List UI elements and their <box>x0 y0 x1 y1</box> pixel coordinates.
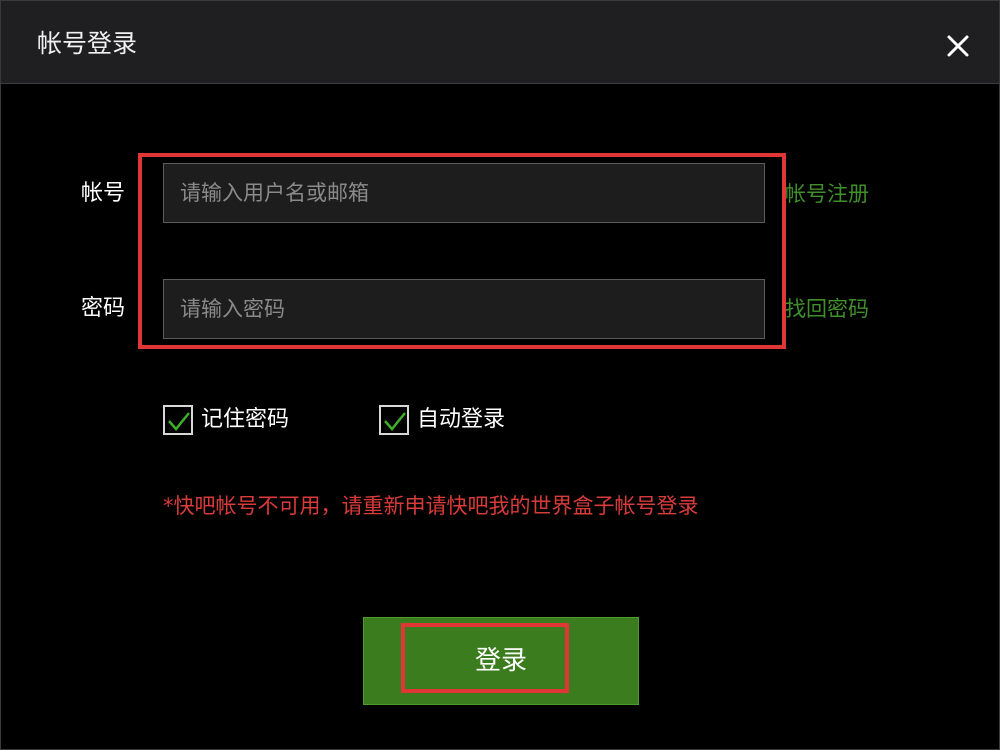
recover-password-link[interactable]: 找回密码 <box>785 296 869 322</box>
account-input[interactable] <box>163 163 765 223</box>
login-button-label: 登录 <box>474 646 527 676</box>
auto-login-option[interactable]: 自动登录 <box>379 405 505 435</box>
remember-password-option[interactable]: 记住密码 <box>163 405 289 435</box>
auto-login-checkbox[interactable] <box>379 405 409 435</box>
remember-password-label: 记住密码 <box>201 407 290 432</box>
close-icon[interactable] <box>943 31 973 61</box>
login-button[interactable]: 登录 <box>363 617 639 705</box>
register-link[interactable]: 帐号注册 <box>785 181 869 207</box>
check-icon <box>384 412 406 431</box>
dialog-title: 帐号登录 <box>37 29 138 58</box>
login-dialog: 帐号登录 帐号 帐号注册 密码 找回密码 记住密码 自动登录 <box>0 0 1000 750</box>
title-bar: 帐号登录 <box>1 1 999 84</box>
password-input[interactable] <box>163 279 765 339</box>
remember-password-checkbox[interactable] <box>163 405 193 435</box>
check-icon <box>168 412 190 431</box>
password-label: 密码 <box>81 296 126 321</box>
auto-login-label: 自动登录 <box>417 407 506 432</box>
account-label: 帐号 <box>81 181 126 206</box>
account-notice: *快吧帐号不可用，请重新申请快吧我的世界盒子帐号登录 <box>163 494 699 518</box>
